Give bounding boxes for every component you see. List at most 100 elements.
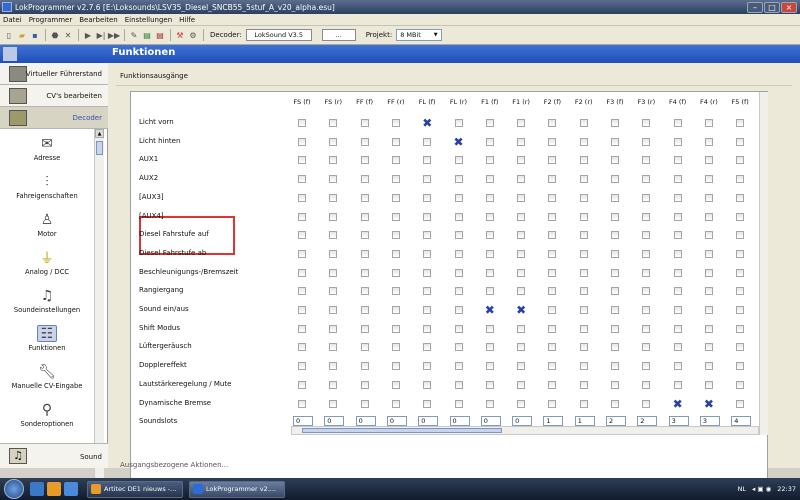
checkbox[interactable] — [391, 231, 400, 240]
checkbox[interactable] — [642, 231, 651, 240]
checkbox[interactable] — [736, 362, 745, 371]
tools-icon[interactable]: ⚒ — [174, 29, 186, 41]
checkbox[interactable] — [485, 175, 494, 184]
checkbox[interactable] — [704, 156, 713, 165]
checkbox[interactable] — [423, 231, 432, 240]
checkbox[interactable] — [548, 137, 557, 146]
checkbox[interactable] — [329, 212, 338, 221]
pencil-icon[interactable]: ✎ — [128, 29, 140, 41]
checkbox[interactable] — [485, 362, 494, 371]
checkbox[interactable] — [329, 231, 338, 240]
checkbox[interactable] — [673, 343, 682, 352]
start-button[interactable] — [4, 479, 24, 499]
open-folder-icon[interactable]: ▰ — [16, 29, 28, 41]
checkbox[interactable] — [548, 306, 557, 314]
checkbox[interactable] — [736, 399, 745, 408]
checkbox[interactable] — [517, 399, 526, 408]
checkbox[interactable] — [736, 287, 745, 296]
checkbox[interactable] — [642, 306, 651, 314]
checkbox[interactable] — [704, 287, 713, 296]
soundslot-field[interactable]: 2 — [606, 416, 626, 427]
checkbox[interactable] — [736, 137, 745, 146]
checkbox[interactable] — [704, 175, 713, 184]
checkbox[interactable] — [298, 249, 306, 258]
checkbox[interactable] — [360, 287, 369, 296]
checkbox[interactable] — [423, 249, 432, 258]
checkbox[interactable] — [579, 399, 588, 408]
checkbox[interactable] — [673, 287, 682, 296]
checkbox[interactable] — [736, 343, 745, 352]
checkbox[interactable] — [391, 137, 400, 146]
checkbox[interactable] — [391, 399, 400, 408]
scroll-thumb[interactable] — [96, 141, 103, 155]
sidebar-tab-virtual-cab[interactable]: Virtueller Führerstand — [0, 63, 108, 85]
checkbox[interactable] — [704, 268, 713, 277]
checkbox[interactable] — [548, 156, 557, 165]
checkbox[interactable] — [517, 156, 526, 165]
checkbox[interactable] — [579, 119, 588, 127]
checkbox[interactable] — [736, 231, 745, 240]
checkbox[interactable] — [360, 268, 369, 277]
soundslot-field[interactable]: 0 — [324, 416, 345, 427]
checkbox[interactable] — [298, 306, 306, 314]
checkbox[interactable] — [298, 380, 306, 389]
checkbox[interactable] — [329, 306, 338, 314]
checkbox[interactable] — [517, 119, 526, 127]
checkbox[interactable] — [391, 343, 400, 352]
checkbox[interactable] — [611, 399, 619, 408]
checkbox[interactable] — [673, 119, 682, 127]
checkbox[interactable] — [454, 306, 463, 314]
checkbox[interactable] — [517, 324, 526, 333]
checkbox[interactable] — [579, 362, 588, 371]
checkbox[interactable] — [704, 362, 713, 371]
checkbox[interactable] — [517, 287, 526, 296]
checkbox[interactable] — [517, 212, 526, 221]
scroll-up-icon[interactable]: ▲ — [95, 129, 104, 138]
checkbox[interactable] — [298, 231, 306, 240]
checkbox[interactable] — [704, 212, 713, 221]
checkbox[interactable] — [704, 380, 713, 389]
checkbox[interactable] — [548, 380, 557, 389]
checkbox[interactable] — [736, 212, 745, 221]
sidebar-tab-sound[interactable]: ♫ Sound — [0, 443, 108, 468]
checkbox[interactable] — [642, 343, 651, 352]
checkbox[interactable] — [298, 287, 306, 296]
checkbox[interactable] — [611, 268, 619, 277]
checkbox[interactable] — [391, 287, 400, 296]
checkbox[interactable] — [360, 175, 369, 184]
play-icon[interactable]: ▶ — [82, 29, 94, 41]
checkbox[interactable] — [704, 193, 713, 202]
scroll-thumb[interactable] — [302, 428, 502, 433]
read-icon[interactable]: ▤ — [141, 29, 153, 41]
checkbox[interactable] — [673, 268, 682, 277]
browser-icon[interactable] — [64, 482, 78, 496]
checkbox[interactable] — [454, 119, 463, 127]
checkbox[interactable] — [642, 212, 651, 221]
checkbox[interactable] — [517, 249, 526, 258]
checkbox[interactable] — [485, 380, 494, 389]
forward-icon[interactable]: ▶▶ — [108, 29, 120, 41]
checkbox[interactable] — [454, 212, 463, 221]
menu-einstellungen[interactable]: Einstellungen — [125, 16, 172, 24]
horizontal-scrollbar[interactable] — [291, 426, 759, 435]
checkbox[interactable] — [360, 362, 369, 371]
checkbox[interactable] — [391, 193, 400, 202]
checkbox[interactable] — [391, 249, 400, 258]
checkbox[interactable] — [329, 380, 338, 389]
soundslot-field[interactable]: 4 — [731, 416, 752, 427]
checkbox[interactable] — [704, 231, 713, 240]
checkbox[interactable] — [454, 156, 463, 165]
checkbox[interactable] — [454, 399, 463, 408]
checkbox[interactable] — [736, 268, 745, 277]
checkbox[interactable] — [329, 156, 338, 165]
checkbox[interactable] — [454, 249, 463, 258]
checkbox[interactable] — [642, 156, 651, 165]
checkbox[interactable] — [485, 249, 494, 258]
checkbox[interactable] — [423, 193, 432, 202]
checkbox[interactable] — [579, 175, 588, 184]
soundslot-field[interactable]: 0 — [418, 416, 439, 427]
checkbox[interactable] — [485, 399, 494, 408]
taskbar-item-lokprogrammer[interactable]: LokProgrammer v2.... — [189, 480, 285, 498]
checkbox[interactable] — [298, 156, 306, 165]
checkbox[interactable] — [298, 212, 306, 221]
